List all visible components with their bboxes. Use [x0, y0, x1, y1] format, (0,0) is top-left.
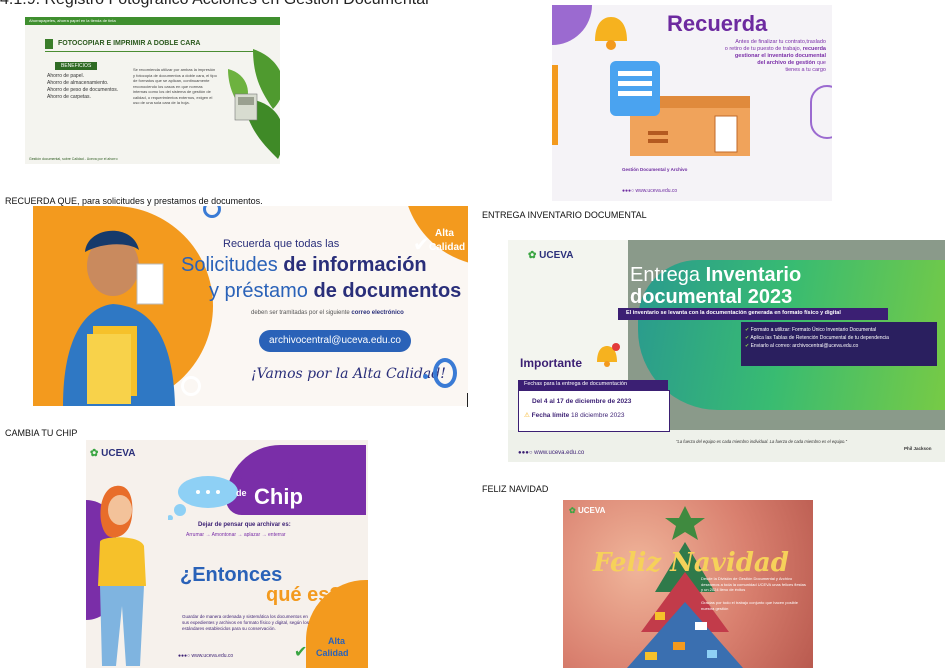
benefits-label: BENEFICIOS	[55, 62, 98, 70]
quote-author: Phil Jackson	[904, 446, 932, 451]
bell-icon	[587, 11, 635, 56]
thought-bubbles	[167, 470, 238, 525]
important-label: Importante	[520, 356, 583, 370]
chip-answer: Guardar de manera ordenada y sistemática…	[182, 614, 309, 631]
email-address: archivocentral@uceva.edu.co	[269, 335, 401, 346]
caption-navidad: FELIZ NAVIDAD	[482, 484, 549, 494]
caption-inventario: ENTREGA INVENTARIO DOCUMENTAL	[482, 210, 647, 220]
site-url: www.uceva.edu.co	[191, 653, 234, 659]
recuerda-emphasis: del archivo de gestión	[757, 60, 816, 66]
alta-calidad-badge: ✔ Alta Calidad	[294, 636, 364, 666]
chip-title-small: de	[236, 488, 247, 498]
site-url: www.uceva.edu.co	[635, 188, 678, 194]
inventario-subtitle: El inventario se levanta con la document…	[618, 308, 888, 320]
deadline-label: Fecha límite	[531, 412, 570, 419]
checkmark-icon: ✔	[413, 234, 430, 256]
badge-text: Calidad	[429, 242, 466, 253]
photo-fotocopiar: Ahorrapapeles, ahorra papel en la tienda…	[25, 17, 280, 164]
warning-icon: ⚠	[524, 412, 530, 419]
leaf-decoration	[223, 39, 280, 164]
uceva-logo: UCEVA	[539, 250, 574, 261]
badge-text: Alta	[435, 228, 454, 239]
card-footer: Gestión documental, sobre Calidad - Ucev…	[29, 157, 118, 161]
checkmark-icon: ✔	[745, 335, 750, 341]
chip-title-emphasis: Chip	[254, 484, 303, 509]
social-icons: ●●●○	[622, 188, 635, 194]
dates-label: Fechas para la entrega de documentación	[524, 381, 628, 387]
bell-icon	[593, 342, 621, 373]
unit-name: Gestión Documental y Archivo	[622, 167, 688, 172]
caption-chip: CAMBIA TU CHIP	[5, 428, 78, 438]
date-range: Del 4 al 17 de diciembre de 2023	[532, 398, 632, 405]
social-icons: ●●●○	[178, 653, 191, 659]
social-icons: ●●●○	[518, 450, 533, 456]
verb: aplazar	[243, 532, 261, 538]
list-item: Ahorro de carpetas.	[47, 94, 91, 100]
document-title: 4.1.9. Registro Fotográfico Acciones en …	[0, 0, 429, 9]
checks-box: ✔ Formato a utilizar: Formato Único Inve…	[741, 322, 937, 366]
slogan: ¡Vamos por la Alta Calidad!	[251, 366, 446, 382]
photo-cambia-chip: ✿ UCEVA Cambia de Chip Dejar de pensar q…	[86, 440, 368, 668]
uceva-logo: UCEVA	[101, 448, 136, 459]
solicitudes-instruction-emphasis: correo electrónico	[351, 310, 404, 316]
solicitudes-word: Solicitudes	[181, 254, 278, 276]
alta-calidad-badge: ✔ Alta Calidad	[413, 224, 465, 264]
verb-list: Arrumar → Amontonar → aplazar → enterrar	[186, 532, 286, 538]
question-emphasis: qué es?	[266, 584, 342, 606]
solicitudes-word: y préstamo	[209, 280, 308, 302]
photo-recuerda: Recuerda Antes de finalizar tu contrato,…	[552, 5, 832, 201]
solicitudes-emphasis: de documentos	[313, 280, 462, 302]
check-item: ✔ Aplica las Tablas de Retención Documen…	[745, 335, 889, 341]
card-body-text: Se recomienda utilizar por ambas la impr…	[133, 67, 217, 105]
solicitudes-line1: Recuerda que todas las	[223, 238, 340, 250]
photo-feliz-navidad: ✿ UCEVA Feliz Navidad Desde la División …	[563, 500, 813, 668]
checkmark-icon: ✔	[294, 644, 308, 661]
solicitudes-instruction: deben ser tramitadas por el siguiente	[251, 310, 350, 316]
navidad-body-2: Gracias por todo el trabajo conjunto que…	[701, 600, 798, 611]
top-strip-text: Ahorrapapeles, ahorra papel en la tienda…	[29, 18, 116, 23]
verb: Arrumar	[186, 532, 205, 538]
recuerda-title: Recuerda	[667, 11, 768, 36]
inventario-subtitle-text: El inventario se levanta con la document…	[626, 310, 841, 316]
text-cursor	[467, 393, 468, 407]
caption-solicitudes: RECUERDA QUE, para solicitudes y prestam…	[5, 196, 263, 206]
navidad-body: Desde la División de Gestión Documental …	[701, 576, 806, 592]
person-illustration	[53, 216, 203, 406]
navidad-title: Feliz Navidad	[593, 548, 789, 578]
benefits-list: Ahorro de papel. Ahorro de almacenamient…	[47, 73, 118, 101]
checkmark-icon: ✔	[745, 343, 750, 349]
verb: Amontonar	[211, 532, 237, 538]
recuerda-line: Antes de finalizar tu contrato,traslado	[735, 39, 826, 45]
checkmark-icon: ✔	[745, 327, 750, 333]
recuerda-emphasis: recuerda	[802, 46, 826, 52]
list-item: Ahorro de papel.	[47, 73, 84, 79]
verb: enterrar	[268, 532, 286, 538]
uceva-logo-icon: ✿	[528, 250, 537, 261]
uceva-logo-icon: ✿	[90, 448, 99, 459]
box-illustration	[610, 51, 760, 166]
uceva-logo-icon: ✿	[569, 506, 576, 515]
deadline-date: 18 diciembre 2023	[571, 412, 625, 419]
list-item: Ahorro de almacenamiento.	[47, 80, 109, 86]
photo-inventario: ✿ UCEVA Entrega Inventario documental 20…	[508, 240, 945, 462]
uceva-logo: UCEVA	[577, 506, 606, 515]
badge-text: Calidad	[316, 648, 349, 658]
email-pill[interactable]: archivocentral@uceva.edu.co	[259, 330, 411, 352]
badge-text: Alta	[328, 636, 346, 646]
recuerda-line: que	[816, 60, 826, 66]
woman-illustration	[86, 476, 176, 668]
check-item: ✔ Formato a utilizar: Formato Único Inve…	[745, 327, 877, 333]
list-item: Ahorro de peso de documentos.	[47, 87, 119, 93]
photo-solicitudes: Recuerda que todas las Solicitudes de in…	[33, 206, 468, 406]
inventario-title-line2: documental 2023	[630, 286, 793, 308]
inventario-title-emphasis: Inventario	[705, 264, 802, 286]
chip-stop-text: Dejar de pensar que archivar es:	[198, 522, 291, 528]
check-item: ✔ Enviarlo al correo: archivocentral@uce…	[745, 343, 859, 349]
inventario-title: Entrega	[630, 264, 701, 286]
card-heading: FOTOCOPIAR E IMPRIMIR A DOBLE CARA	[58, 40, 201, 47]
solicitudes-emphasis: de información	[283, 254, 427, 276]
quote: "La fuerza del equipo es cada miembro in…	[676, 439, 848, 444]
site-url: www.uceva.edu.co	[534, 450, 585, 456]
